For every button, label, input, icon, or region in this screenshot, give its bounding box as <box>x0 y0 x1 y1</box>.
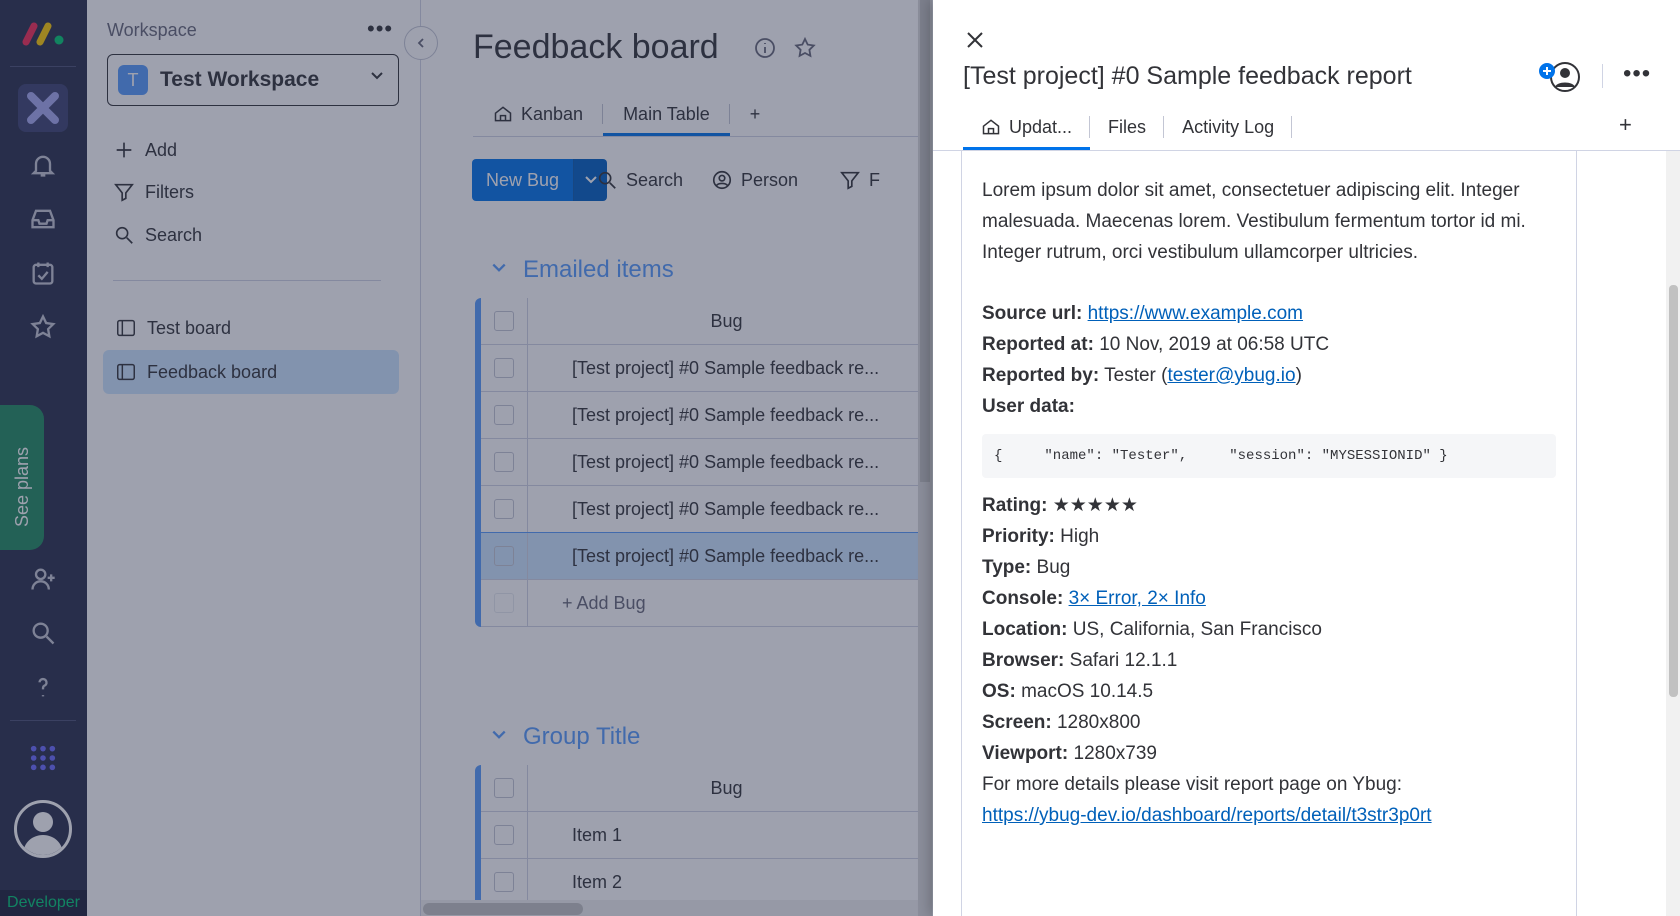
reported-by-close: ) <box>1295 365 1302 386</box>
field-label: User data: <box>982 396 1075 417</box>
location-value: US, California, San Francisco <box>1072 619 1322 640</box>
reported-by-line: Reported by: Tester (tester@ybug.io) <box>982 360 1556 391</box>
type-value: Bug <box>1036 557 1071 578</box>
update-body-text: Lorem ipsum dolor sit amet, consectetuer… <box>982 180 1526 263</box>
screen-line: Screen: 1280x800 <box>982 707 1556 738</box>
tab-files[interactable]: Files <box>1090 104 1165 150</box>
os-line: OS: macOS 10.14.5 <box>982 676 1556 707</box>
type-line: Type: Bug <box>982 552 1556 583</box>
home-icon <box>982 119 1000 135</box>
rating-stars: ★★★★★ <box>1052 495 1138 516</box>
user-data-line: User data: <box>982 391 1556 422</box>
reported-by-value: Tester ( <box>1104 365 1168 386</box>
field-label: Viewport: <box>982 743 1069 764</box>
reported-at-line: Reported at: 10 Nov, 2019 at 06:58 UTC <box>982 329 1556 360</box>
user-data-code: { "name": "Tester", "session": "MYSESSIO… <box>982 434 1556 478</box>
divider <box>1602 64 1603 88</box>
field-label: Location: <box>982 619 1068 640</box>
tab-activity-log[interactable]: Activity Log <box>1164 104 1293 150</box>
source-url-line: Source url: https://www.example.com <box>982 298 1556 329</box>
source-url-link[interactable]: https://www.example.com <box>1088 303 1303 324</box>
field-label: Priority: <box>982 526 1055 547</box>
tab-label: Activity Log <box>1182 116 1275 137</box>
more-details-text: For more details please visit report pag… <box>982 774 1402 795</box>
field-label: Reported by: <box>982 365 1100 386</box>
tab-updates[interactable]: Updat... <box>963 104 1091 150</box>
report-link-line: https://ybug-dev.io/dashboard/reports/de… <box>982 800 1556 831</box>
item-detail-panel: [Test project] #0 Sample feedback report… <box>933 0 1680 916</box>
reported-at-value: 10 Nov, 2019 at 06:58 UTC <box>1099 334 1330 355</box>
field-label: Screen: <box>982 712 1052 733</box>
field-label: Reported at: <box>982 334 1094 355</box>
more-options-icon[interactable]: ••• <box>1623 60 1651 88</box>
field-label: Browser: <box>982 650 1065 671</box>
priority-line: Priority: High <box>982 521 1556 552</box>
reporter-email-link[interactable]: tester@ybug.io <box>1167 365 1295 386</box>
viewport-value: 1280x739 <box>1073 743 1157 764</box>
tab-label: Files <box>1108 116 1147 137</box>
browser-line: Browser: Safari 12.1.1 <box>982 645 1556 676</box>
update-content: Lorem ipsum dolor sit amet, consectetuer… <box>961 151 1577 916</box>
field-label: Source url: <box>982 303 1083 324</box>
subscribers-icon[interactable] <box>1535 60 1583 94</box>
viewport-line: Viewport: 1280x739 <box>982 738 1556 769</box>
report-page-link[interactable]: https://ybug-dev.io/dashboard/reports/de… <box>982 805 1432 826</box>
panel-tabs: Updat... Files Activity Log <box>963 104 1293 150</box>
priority-value: High <box>1060 526 1100 547</box>
item-title[interactable]: [Test project] #0 Sample feedback report <box>963 62 1412 91</box>
close-icon[interactable] <box>961 26 989 54</box>
field-label: OS: <box>982 681 1016 702</box>
location-line: Location: US, California, San Francisco <box>982 614 1556 645</box>
browser-value: Safari 12.1.1 <box>1069 650 1178 671</box>
add-tab-button[interactable]: + <box>1619 112 1632 138</box>
field-label: Type: <box>982 557 1032 578</box>
modal-backdrop[interactable] <box>0 0 933 916</box>
os-value: macOS 10.14.5 <box>1021 681 1154 702</box>
panel-scrollbar[interactable] <box>1666 151 1680 916</box>
screen-value: 1280x800 <box>1056 712 1141 733</box>
field-label: Rating: <box>982 495 1048 516</box>
tab-label: Updat... <box>1009 116 1073 137</box>
console-link[interactable]: 3× Error, 2× Info <box>1069 588 1206 609</box>
field-label: Console: <box>982 588 1064 609</box>
console-line: Console: 3× Error, 2× Info <box>982 583 1556 614</box>
rating-line: Rating: ★★★★★ <box>982 490 1556 521</box>
